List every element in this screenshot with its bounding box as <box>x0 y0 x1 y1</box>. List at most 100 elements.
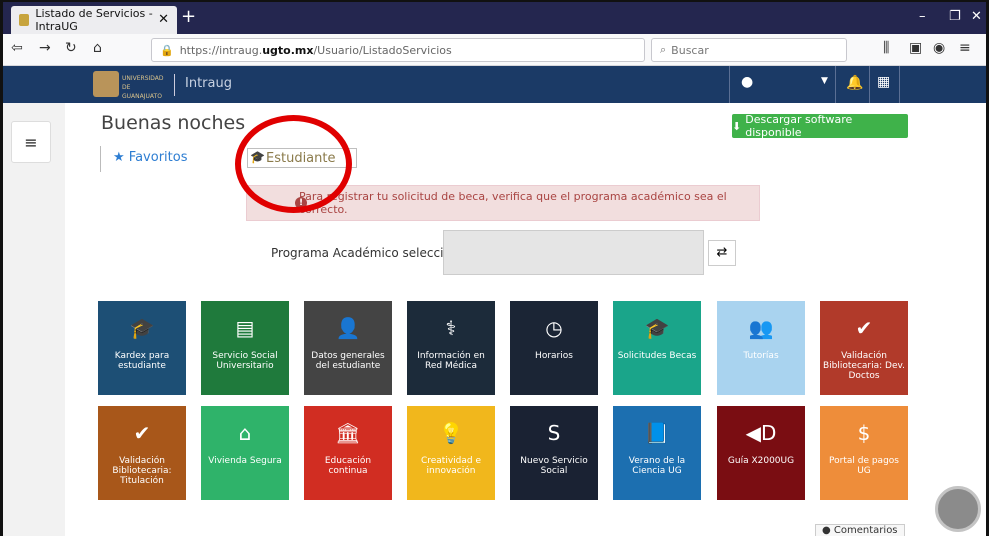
comments-label: Comentarios <box>833 525 898 536</box>
tile-label: Guía X2000UG <box>727 456 795 466</box>
search-input[interactable]: ⌕ Buscar <box>651 38 847 62</box>
tile-label: Verano de la Ciencia UG <box>628 456 686 476</box>
service-tile[interactable]: ✔ Validación Bibliotecaria: Dev. Doctos <box>820 301 908 395</box>
tile-label: Validación Bibliotecaria: Titulación <box>112 456 172 486</box>
url-domain: ugto.mx <box>262 43 314 57</box>
tile-label: Kardex para estudiante <box>114 351 170 371</box>
tile-label: Validación Bibliotecaria: Dev. Doctos <box>823 351 905 381</box>
header-divider <box>729 66 730 103</box>
reload-icon[interactable]: ↻ <box>65 40 77 56</box>
account-icon[interactable]: ◉ <box>933 40 945 56</box>
comment-icon: ● <box>822 525 831 536</box>
lock-icon: 🔒 <box>160 43 174 57</box>
guia-logo-icon: ◀D <box>745 421 777 445</box>
browser-tab-bar: Listado de Servicios - IntraUG ✕ + – ❐ ✕ <box>3 2 986 34</box>
bell-icon[interactable]: 🔔 <box>846 75 863 91</box>
tile-label: Solicitudes Becas <box>617 351 697 361</box>
alert-text: Para registrar tu solicitud de beca, ver… <box>299 190 727 216</box>
tile-label: Creatividad e innovación <box>420 456 482 476</box>
lightbulb-icon: 💡 <box>438 421 464 445</box>
service-tile[interactable]: ◷ Horarios <box>510 301 598 395</box>
close-tab-icon[interactable]: ✕ <box>158 12 169 27</box>
service-tile[interactable]: 👥 Tutorías <box>717 301 805 395</box>
menu-icon[interactable]: ≡ <box>959 40 971 56</box>
apps-grid-icon[interactable]: ▦ <box>877 74 890 90</box>
service-tile[interactable]: 💡 Creatividad e innovación <box>407 406 495 500</box>
book-icon: 📘 <box>644 421 670 445</box>
close-window-icon[interactable]: ✕ <box>971 9 982 24</box>
download-label: Descargar software disponible <box>745 113 853 139</box>
hamburger-icon: ≡ <box>24 132 38 152</box>
tile-label: Datos generales del estudiante <box>311 351 385 371</box>
header-divider <box>835 66 836 103</box>
url-prefix: https://intraug. <box>179 43 263 57</box>
header-divider <box>869 66 870 103</box>
forward-icon[interactable]: → <box>39 40 51 56</box>
hamburger-menu-button[interactable]: ≡ <box>11 121 51 163</box>
dollar-icon: $ <box>857 421 871 445</box>
header-divider <box>899 66 900 103</box>
chat-bubble-icon[interactable] <box>935 486 981 532</box>
servicio-social-logo-icon: S <box>547 421 561 445</box>
url-bar[interactable]: 🔒 https://intraug. ugto.mx/Usuario/Listad… <box>151 38 645 62</box>
new-tab-icon[interactable]: + <box>181 6 196 27</box>
service-tile[interactable]: 🎓 Kardex para estudiante <box>98 301 186 395</box>
tile-label: Tutorías <box>743 351 779 361</box>
service-tile[interactable]: 🎓 Solicitudes Becas <box>613 301 701 395</box>
search-icon: ⌕ <box>660 43 667 56</box>
browser-tab[interactable]: Listado de Servicios - IntraUG ✕ <box>11 6 177 34</box>
list-icon: ▤ <box>235 316 255 340</box>
graduation-cap-icon: 🎓 <box>644 316 670 340</box>
download-software-button[interactable]: ⬇ Descargar software disponible <box>732 113 908 139</box>
tab-label: Favoritos <box>128 150 188 165</box>
library-icon[interactable]: ⫼ <box>883 40 889 56</box>
user-avatar[interactable]: ● <box>741 74 753 90</box>
home-icon[interactable]: ⌂ <box>93 40 102 56</box>
minimize-icon[interactable]: – <box>919 9 926 24</box>
tile-label: Horarios <box>535 351 573 361</box>
check-circle-icon: ✔ <box>855 316 873 340</box>
tile-label: Vivienda Segura <box>208 456 282 466</box>
group-icon: 👥 <box>748 316 774 340</box>
tile-label: Servicio Social Universitario <box>212 351 278 371</box>
sidebar: ≡ <box>3 103 65 536</box>
browser-nav-bar: ⇦ → ↻ ⌂ 🔒 https://intraug. ugto.mx/Usuari… <box>3 34 986 66</box>
user-icon: 👤 <box>335 316 361 340</box>
download-icon: ⬇ <box>732 119 742 133</box>
service-tile[interactable]: 👤 Datos generales del estudiante <box>304 301 392 395</box>
clock-icon: ◷ <box>545 316 563 340</box>
logo-text: UNIVERSIDAD DE GUANAJUATO <box>122 75 164 100</box>
service-tile[interactable]: 🏛 Educación continua <box>304 406 392 500</box>
home-icon: ⌂ <box>238 421 252 445</box>
tile-label: Portal de pagos UG <box>829 456 899 476</box>
sidebar-toggle-icon[interactable]: ▣ <box>909 40 922 56</box>
tile-label: Información en Red Médica <box>417 351 485 371</box>
swap-program-button[interactable]: ⇄ <box>708 240 736 266</box>
institution-icon: 🏛 <box>335 421 361 445</box>
chevron-down-icon[interactable]: ▼ <box>821 76 828 86</box>
comments-button[interactable]: ● Comentarios <box>815 524 905 536</box>
program-field[interactable] <box>443 230 704 275</box>
service-tile[interactable]: ▤ Servicio Social Universitario <box>201 301 289 395</box>
check-circle-icon: ✔ <box>133 421 151 445</box>
service-tile[interactable]: $ Portal de pagos UG <box>820 406 908 500</box>
site-header: UNIVERSIDAD DE GUANAJUATO Intraug ● ▼ 🔔 … <box>3 66 986 103</box>
service-tile[interactable]: ⚕ Información en Red Médica <box>407 301 495 395</box>
service-tile[interactable]: ✔ Validación Bibliotecaria: Titulación <box>98 406 186 500</box>
graduation-cap-icon: 🎓 <box>129 316 155 340</box>
url-path: /Usuario/ListadoServicios <box>313 43 452 57</box>
restore-icon[interactable]: ❐ <box>949 9 961 24</box>
university-logo[interactable] <box>93 71 119 97</box>
search-placeholder: Buscar <box>671 43 709 57</box>
service-tile[interactable]: 📘 Verano de la Ciencia UG <box>613 406 701 500</box>
tab-favoritos[interactable]: ★ Favoritos <box>113 150 187 165</box>
back-icon[interactable]: ⇦ <box>11 40 23 56</box>
site-name[interactable]: Intraug <box>185 76 232 91</box>
service-tile[interactable]: ⌂ Vivienda Segura <box>201 406 289 500</box>
tile-label: Nuevo Servicio Social <box>520 456 588 476</box>
annotation-circle <box>235 115 352 213</box>
site-favicon-icon <box>19 14 30 26</box>
service-tile[interactable]: S Nuevo Servicio Social <box>510 406 598 500</box>
service-tile[interactable]: ◀D Guía X2000UG <box>717 406 805 500</box>
greeting-title: Buenas noches <box>101 112 246 134</box>
